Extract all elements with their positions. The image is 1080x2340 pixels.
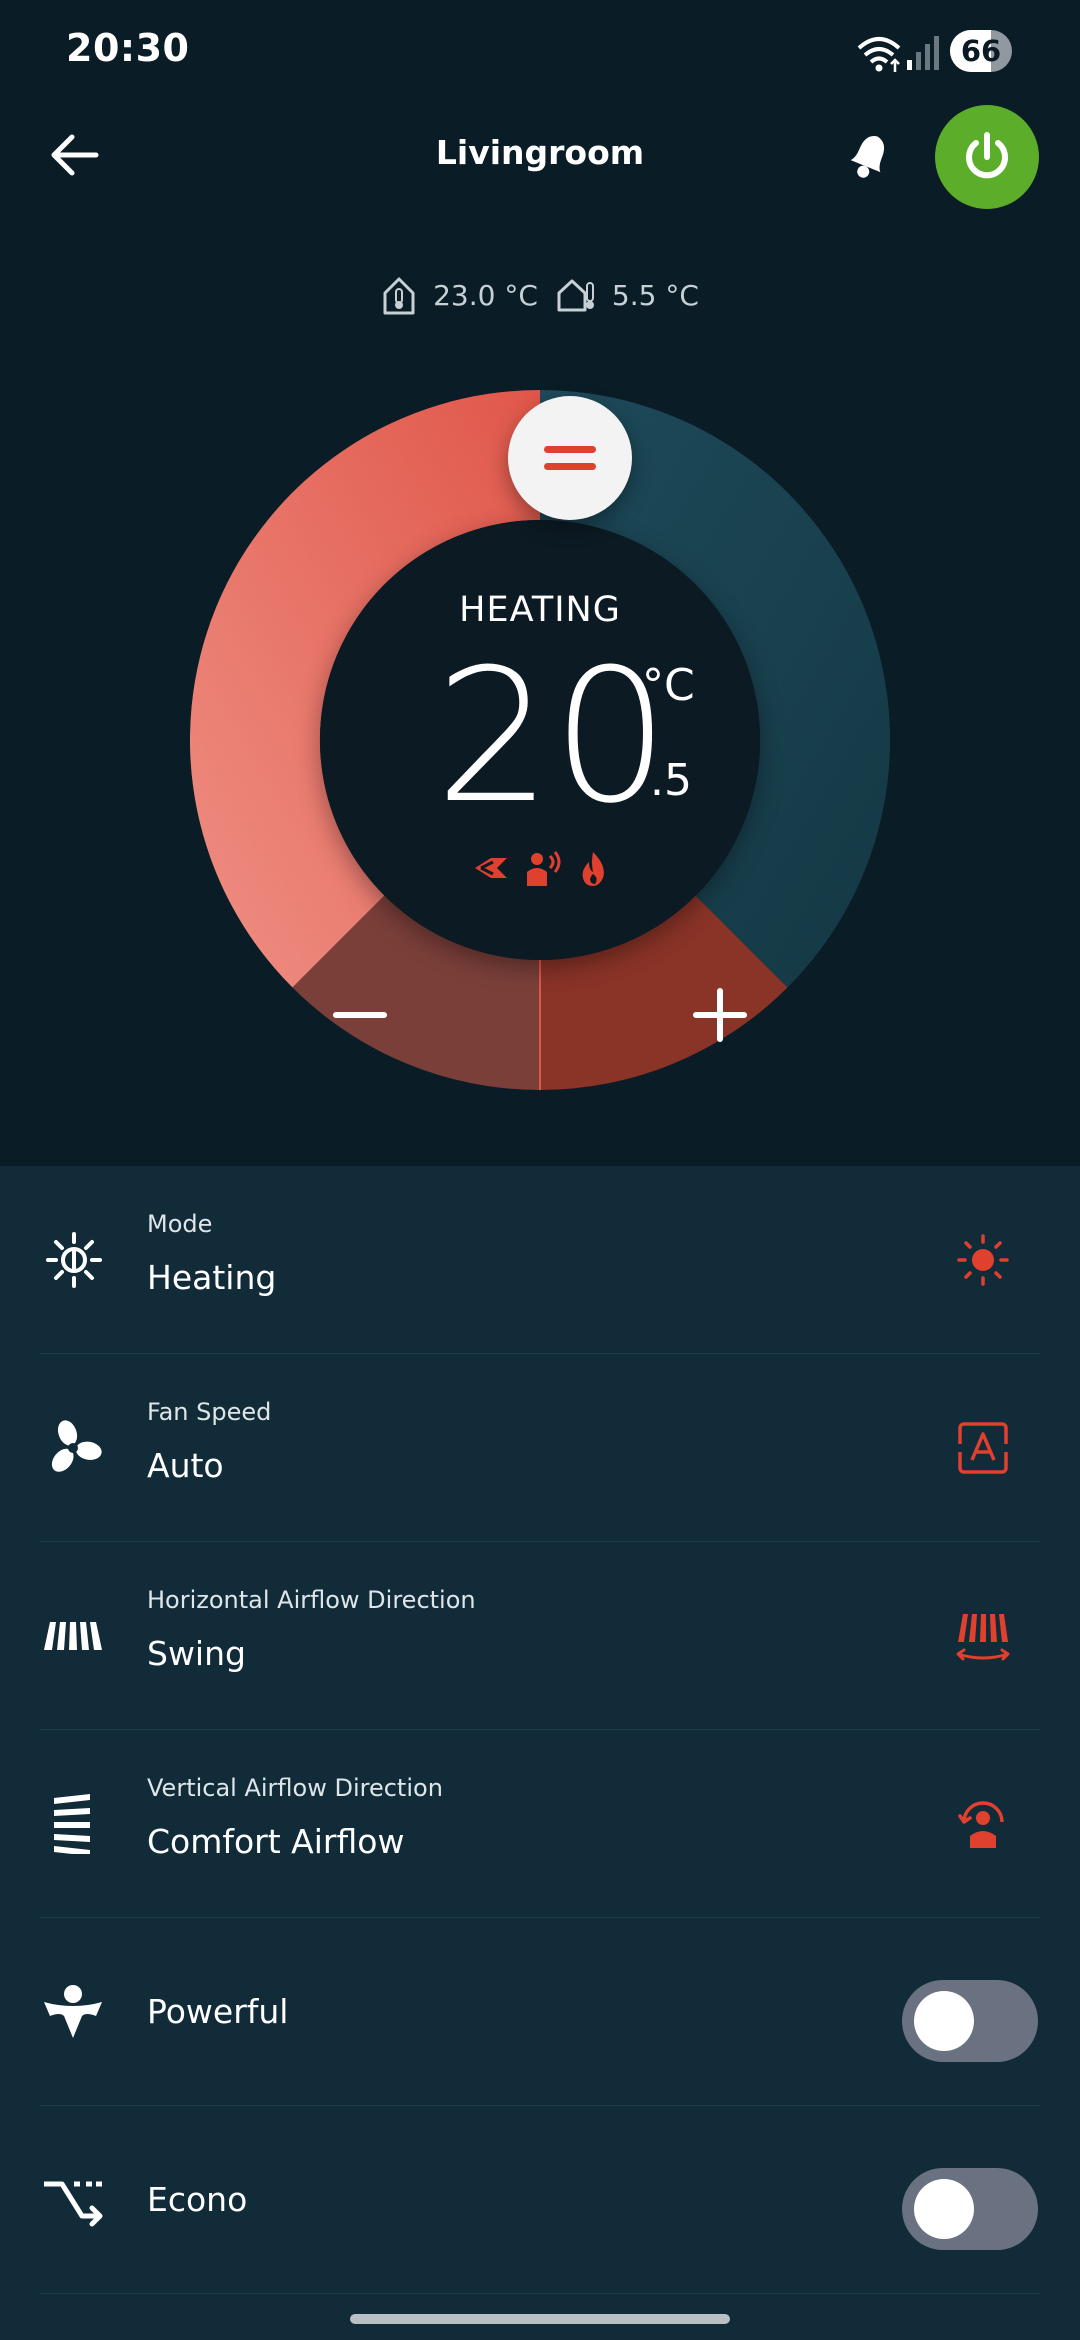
econo-toggle[interactable] <box>902 2168 1038 2250</box>
bell-icon <box>850 136 885 178</box>
settings-panel: Mode Heating Fan Speed Auto Horizontal A… <box>0 1166 1080 2340</box>
outdoor-temperature: 5.5 °C <box>556 277 699 313</box>
vertical-louvers-icon <box>54 1794 90 1854</box>
increase-temperature-button[interactable] <box>630 950 810 1080</box>
battery-indicator: 66 <box>950 30 1012 72</box>
decrease-temperature-button[interactable] <box>270 950 450 1080</box>
mode-value: Heating <box>147 1258 277 1297</box>
thermostat-dial[interactable]: HEATING 20 °C .5 <box>190 390 890 1090</box>
setpoint-integer: 20 <box>435 630 670 844</box>
minus-icon <box>333 1012 387 1018</box>
power-button[interactable] <box>935 105 1039 209</box>
swing-icon <box>956 1614 1010 1661</box>
signal-icon <box>907 36 939 70</box>
status-bar: 20:30 66 <box>0 0 1080 100</box>
fan-speed-row[interactable]: Fan Speed Auto <box>0 1354 1080 1542</box>
mode-icon <box>46 1232 102 1288</box>
indoor-temperature: 23.0 °C <box>381 275 538 315</box>
dial-handle[interactable] <box>508 396 632 520</box>
horizontal-airflow-value: Swing <box>147 1634 246 1673</box>
horizontal-airflow-label: Horizontal Airflow Direction <box>147 1586 476 1614</box>
handle-grip-line <box>544 463 596 470</box>
indoor-temperature-value: 23.0 °C <box>433 278 538 312</box>
dial-mode-label: HEATING <box>459 590 621 630</box>
wifi-icon <box>857 37 901 72</box>
vertical-airflow-label: Vertical Airflow Direction <box>147 1774 443 1802</box>
outdoor-temperature-icon <box>557 279 594 312</box>
horizontal-louvers-icon <box>44 1622 102 1650</box>
notifications-button[interactable] <box>838 123 902 187</box>
battery-level: 66 <box>960 34 1002 68</box>
setpoint-unit: °C <box>642 660 695 711</box>
vertical-airflow-value: Comfort Airflow <box>147 1822 405 1861</box>
toggle-knob <box>914 1991 974 2051</box>
sun-icon <box>957 1234 1009 1286</box>
econo-icon <box>44 2181 103 2227</box>
row-divider <box>40 2293 1040 2294</box>
vertical-airflow-row[interactable]: Vertical Airflow Direction Comfort Airfl… <box>0 1730 1080 1918</box>
page-title: Livingroom <box>435 133 645 172</box>
outdoor-temperature-value: 5.5 °C <box>611 278 699 312</box>
powerful-icon <box>44 1985 102 2038</box>
econo-row: Econo <box>0 2106 1080 2294</box>
home-indicator[interactable] <box>350 2314 730 2324</box>
status-time: 20:30 <box>66 26 190 70</box>
comfort-airflow-status-icon <box>527 851 561 886</box>
powerful-status-icon <box>475 858 507 878</box>
top-bar: Livingroom <box>0 105 1080 209</box>
fan-auto-icon <box>956 1422 1010 1474</box>
powerful-toggle[interactable] <box>902 1980 1038 2062</box>
econo-label: Econo <box>147 2180 248 2219</box>
indoor-temperature-icon <box>383 277 415 315</box>
dial-status-icons <box>190 850 890 888</box>
power-icon <box>966 132 1008 179</box>
fan-speed-value: Auto <box>147 1446 224 1485</box>
plus-icon <box>693 988 747 1042</box>
setpoint-decimal: .5 <box>650 755 692 806</box>
powerful-label: Powerful <box>147 1992 289 2031</box>
handle-grip-line <box>544 446 596 453</box>
temperature-readouts: 23.0 °C 5.5 °C <box>0 270 1080 320</box>
horizontal-airflow-row[interactable]: Horizontal Airflow Direction Swing <box>0 1542 1080 1730</box>
powerful-row: Powerful <box>0 1918 1080 2106</box>
mode-row[interactable]: Mode Heating <box>0 1166 1080 1354</box>
fan-speed-label: Fan Speed <box>147 1398 272 1426</box>
comfort-airflow-icon <box>958 1801 1004 1848</box>
fan-icon <box>51 1420 102 1472</box>
mode-label: Mode <box>147 1210 213 1238</box>
flame-icon <box>582 852 604 886</box>
toggle-knob <box>914 2179 974 2239</box>
